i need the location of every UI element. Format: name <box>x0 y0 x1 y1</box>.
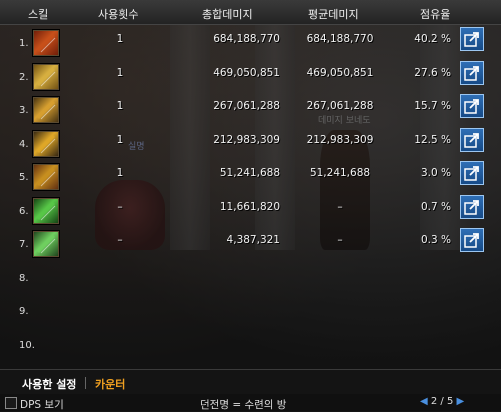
damage-share: 27.6 % <box>414 67 451 79</box>
row-number: 8. <box>19 273 29 284</box>
table-row: 5. 1 51,241,688 51,241,688 3.0 % <box>0 160 501 193</box>
skill-green-sword-icon[interactable] <box>32 230 60 258</box>
average-damage: – <box>337 201 343 213</box>
dps-view-label: DPS 보기 <box>20 399 64 411</box>
row-number: 2. <box>19 72 29 83</box>
table-row: 3. 1 267,061,288 267,061,288 15.7 % <box>0 93 501 126</box>
page-indicator[interactable]: ◀ 2 / 5 ▶ <box>420 396 464 407</box>
row-number: 7. <box>19 239 29 250</box>
average-damage: – <box>337 234 343 246</box>
header-uses: 사용횟수 <box>98 8 139 21</box>
total-damage: 267,061,288 <box>213 100 280 112</box>
table-row: 10. <box>0 328 501 361</box>
damage-share: 0.7 % <box>420 201 451 213</box>
total-damage: 469,050,851 <box>213 67 280 79</box>
row-number: 10. <box>19 340 35 351</box>
uses-count: 1 <box>116 33 124 45</box>
table-row: 4. 1 212,983,309 212,983,309 12.5 % <box>0 127 501 160</box>
share-button[interactable] <box>460 61 484 85</box>
average-damage: 267,061,288 <box>306 100 374 112</box>
dungeon-name: 던전명 = 수련의 방 <box>200 399 287 411</box>
prev-page-icon[interactable]: ◀ <box>420 396 428 407</box>
share-arrow-icon <box>464 66 479 81</box>
row-number: 5. <box>19 172 29 183</box>
total-damage: 684,188,770 <box>213 33 280 45</box>
share-button[interactable] <box>460 128 484 152</box>
header-share: 점유율 <box>420 8 451 21</box>
damage-share: 12.5 % <box>414 134 451 146</box>
page-number: 2 / 5 <box>430 396 454 407</box>
row-number: 1. <box>19 38 29 49</box>
total-damage: 4,387,321 <box>226 234 280 246</box>
tab-bar: 사용한 설정 카운터 <box>0 369 501 395</box>
table-row: 7. – 4,387,321 – 0.3 % <box>0 227 501 260</box>
share-button[interactable] <box>460 27 484 51</box>
share-button[interactable] <box>460 161 484 185</box>
row-number: 4. <box>19 139 29 150</box>
skill-wave-slash-icon[interactable] <box>32 96 60 124</box>
uses-count: – <box>117 201 123 213</box>
average-damage: 684,188,770 <box>306 33 374 45</box>
uses-count: 1 <box>116 67 124 79</box>
share-button[interactable] <box>460 195 484 219</box>
tab-used-settings[interactable]: 사용한 설정 <box>22 376 76 392</box>
row-number: 3. <box>19 105 29 116</box>
share-arrow-icon <box>464 166 479 181</box>
uses-count: 1 <box>116 100 124 112</box>
table-row: 6. – 11,661,820 – 0.7 % <box>0 194 501 227</box>
header-skill: 스킬 <box>28 8 49 21</box>
row-number: 9. <box>19 306 29 317</box>
share-arrow-icon <box>464 99 479 114</box>
uses-count: 1 <box>116 167 124 179</box>
damage-share: 15.7 % <box>414 100 451 112</box>
damage-share: 40.2 % <box>414 33 451 45</box>
average-damage: 469,050,851 <box>306 67 374 79</box>
next-page-icon[interactable]: ▶ <box>457 396 465 407</box>
table-row: 1. 1 684,188,770 684,188,770 40.2 % <box>0 26 501 59</box>
uses-count: – <box>117 234 123 246</box>
total-damage: 212,983,309 <box>213 134 280 146</box>
average-damage: 51,241,688 <box>309 167 371 179</box>
footer-bar: DPS 보기 던전명 = 수련의 방 ◀ 2 / 5 ▶ <box>0 394 501 411</box>
skill-blade-strike-icon[interactable] <box>32 163 60 191</box>
tab-counter[interactable]: 카운터 <box>95 376 125 392</box>
total-damage: 11,661,820 <box>219 201 280 213</box>
dps-view-checkbox[interactable] <box>5 397 17 409</box>
table-row: 9. <box>0 294 501 327</box>
average-damage: 212,983,309 <box>306 134 374 146</box>
share-arrow-icon <box>464 32 479 47</box>
share-arrow-icon <box>464 233 479 248</box>
skill-green-blade-icon[interactable] <box>32 197 60 225</box>
skill-swift-slash-icon[interactable] <box>32 130 60 158</box>
damage-share: 0.3 % <box>420 234 451 246</box>
skill-cross-slash-icon[interactable] <box>32 63 60 91</box>
share-button[interactable] <box>460 228 484 252</box>
table-header: 스킬 사용횟수 총합데미지 평균데미지 점유율 <box>0 0 501 25</box>
table-row: 2. 1 469,050,851 469,050,851 27.6 % <box>0 60 501 93</box>
tab-divider <box>85 377 86 389</box>
damage-share: 3.0 % <box>420 167 451 179</box>
table-row: 8. <box>0 261 501 294</box>
skill-fire-claw-icon[interactable] <box>32 29 60 57</box>
uses-count: 1 <box>116 134 124 146</box>
header-total-damage: 총합데미지 <box>202 8 253 21</box>
row-number: 6. <box>19 206 29 217</box>
header-average-damage: 평균데미지 <box>308 8 359 21</box>
share-button[interactable] <box>460 94 484 118</box>
share-arrow-icon <box>464 133 479 148</box>
total-damage: 51,241,688 <box>219 167 280 179</box>
share-arrow-icon <box>464 200 479 215</box>
